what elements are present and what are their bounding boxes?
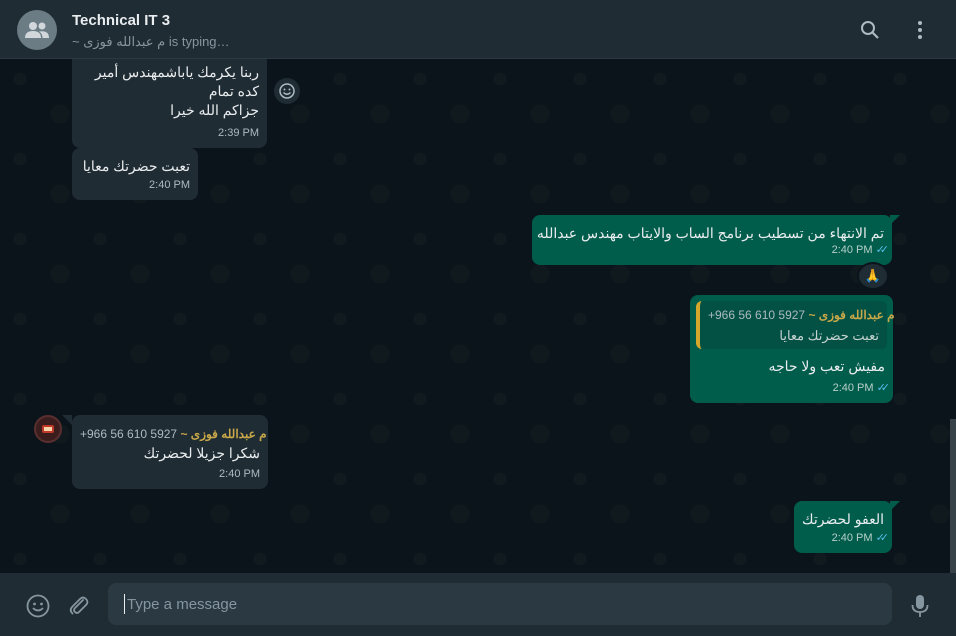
message-time: 2:39 PM: [218, 127, 259, 139]
message-line: كده تمام: [208, 83, 259, 99]
message-incoming[interactable]: ربنا يكرمك ياباشمهندس أمير كده تمام جزاك…: [72, 59, 267, 148]
message-input-placeholder: Type a message: [127, 595, 238, 613]
message-outgoing[interactable]: +966 56 610 5927 ~ م عبدالله فوزى تعبت ح…: [690, 295, 895, 403]
message-text: تعبت حضرتك معايا: [82, 158, 190, 174]
sender-phone: +966 56 610 5927: [80, 427, 178, 441]
menu-icon: [918, 21, 922, 39]
sender-avatar[interactable]: [34, 415, 62, 443]
message-text: العفو لحضرتك: [802, 511, 884, 527]
quoted-text: تعبت حضرتك معايا: [779, 328, 879, 343]
group-avatar[interactable]: [17, 10, 57, 50]
quoted-message[interactable]: +966 56 610 5927 ~ م عبدالله فوزى تعبت ح…: [696, 301, 895, 349]
double-check-icon: ✓✓: [876, 382, 891, 394]
typing-status: ~ م عبدالله فوزى is typing…: [72, 34, 230, 49]
avatar-image-icon: [42, 425, 54, 433]
message-line: ربنا يكرمك ياباشمهندس أمير: [94, 64, 259, 80]
bubble-tail: [62, 415, 72, 425]
chat-header: Technical IT 3 ~ م عبدالله فوزى is typin…: [0, 0, 956, 59]
composer-bar: Type a message: [0, 573, 956, 636]
search-icon: [861, 21, 879, 39]
message-time: 2:40 PM: [831, 532, 873, 544]
message-text: شكرا جزيلا لحضرتك: [143, 445, 260, 461]
quoted-sender: ~ م عبدالله فوزى: [808, 308, 895, 322]
attach-icon: [69, 596, 89, 615]
message-incoming[interactable]: +966 56 610 5927 ~ م عبدالله فوزى شكرا ج…: [72, 415, 268, 489]
message-line: جزاكم الله خيرا: [170, 102, 259, 118]
message-list[interactable]: ربنا يكرمك ياباشمهندس أمير كده تمام جزاك…: [0, 59, 956, 573]
double-check-icon: ✓✓: [875, 244, 890, 256]
message-outgoing[interactable]: العفو لحضرتك 2:40 PM ✓✓: [794, 501, 892, 553]
emoji-icon: [26, 594, 50, 618]
message-time: 2:40 PM: [831, 244, 873, 256]
double-check-icon: ✓✓: [875, 532, 890, 544]
message-reaction[interactable]: 🙏: [857, 262, 889, 290]
quoted-phone: +966 56 610 5927: [708, 308, 806, 322]
text-caret: [124, 594, 125, 614]
message-time: 2:40 PM: [832, 382, 874, 394]
message-text: مفيش تعب ولا حاجه: [768, 358, 885, 374]
message-incoming[interactable]: تعبت حضرتك معايا 2:40 PM: [72, 148, 198, 200]
attach-button[interactable]: [66, 593, 92, 619]
group-icon: [25, 22, 49, 38]
mic-icon: [911, 595, 929, 617]
voice-message-button[interactable]: [907, 593, 933, 619]
react-icon: [279, 83, 295, 99]
react-button[interactable]: [274, 78, 300, 104]
message-time: 2:40 PM: [149, 179, 190, 191]
chat-title[interactable]: Technical IT 3: [72, 12, 170, 29]
sender-name[interactable]: ~ م عبدالله فوزى: [180, 427, 266, 441]
emoji-button[interactable]: [25, 593, 51, 619]
menu-button[interactable]: [908, 18, 932, 42]
search-button[interactable]: [858, 18, 882, 42]
scrollbar[interactable]: [950, 419, 956, 573]
message-time: 2:40 PM: [219, 468, 260, 480]
message-outgoing[interactable]: تم الانتهاء من تسطيب برنامج الساب والايت…: [532, 215, 892, 265]
message-input[interactable]: Type a message: [108, 583, 892, 625]
